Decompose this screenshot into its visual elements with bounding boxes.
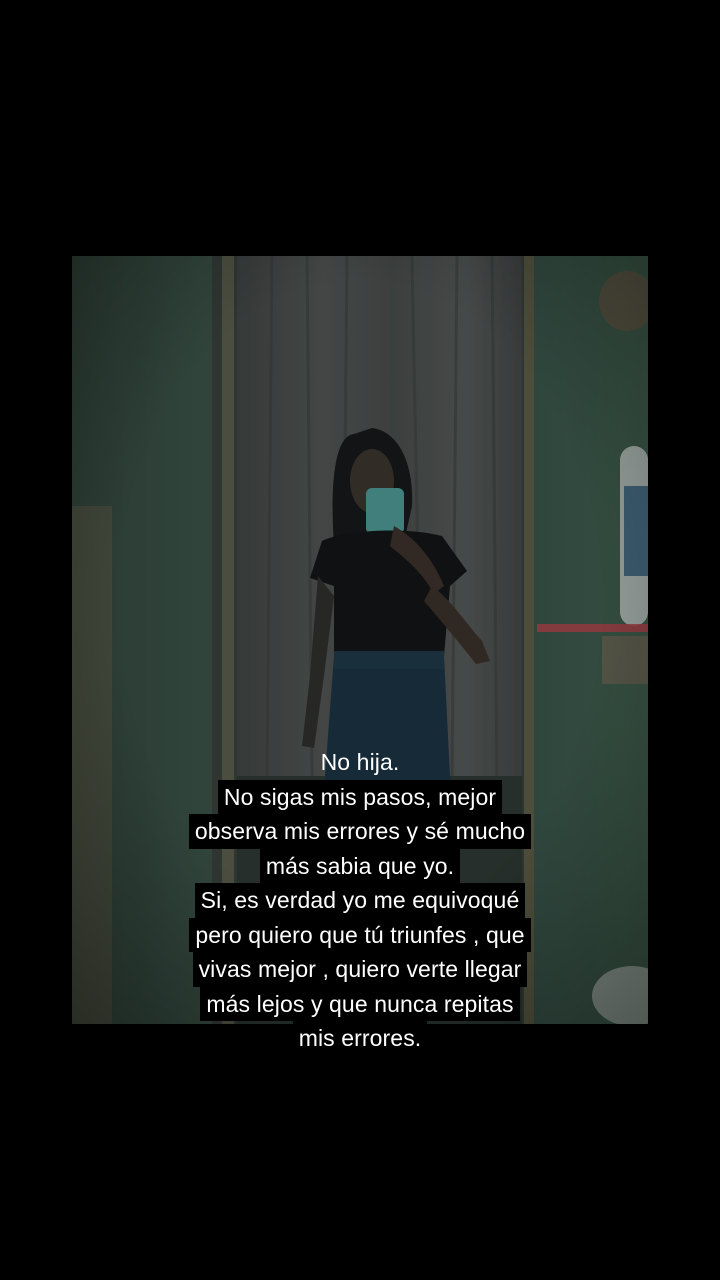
caption-line-8: más lejos y que nunca repitas	[200, 986, 520, 1021]
video-screen[interactable]: No hija. No sigas mis pasos, mejor obser…	[0, 0, 720, 1280]
caption-line-6: pero quiero que tú triunfes , que	[189, 917, 531, 952]
caption-line-9: mis errores.	[292, 1021, 428, 1056]
caption-line-5: Si, es verdad yo me equivoqué	[194, 883, 526, 918]
caption-line-2: No sigas mis pasos, mejor	[217, 779, 503, 814]
caption-line-3: observa mis errores y sé mucho	[188, 814, 532, 849]
caption-line-7: vivas mejor , quiero verte llegar	[192, 952, 528, 987]
caption-line-4: más sabia que yo.	[259, 848, 461, 883]
caption-overlay: No hija. No sigas mis pasos, mejor obser…	[0, 745, 720, 1056]
caption-line-1: No hija.	[320, 749, 400, 775]
